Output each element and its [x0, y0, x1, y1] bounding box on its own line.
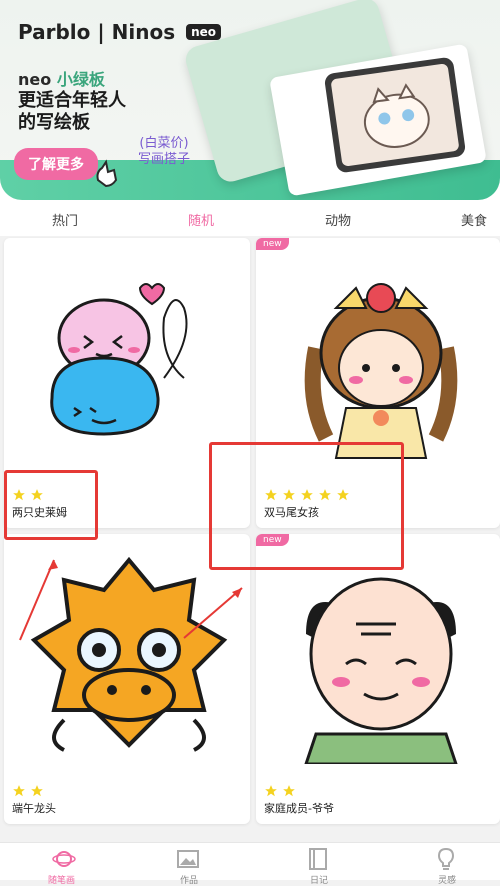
phone-screen — [330, 63, 460, 167]
grandpa-drawing-icon — [304, 577, 458, 764]
star-icon — [31, 785, 43, 797]
learn-more-button[interactable]: 了解更多 — [14, 148, 98, 180]
star-icon — [283, 785, 295, 797]
hand-pointer-icon — [96, 159, 118, 188]
bottom-navigation: 随笔画 作品 日记 灵感 — [0, 842, 500, 886]
banner-headline: 更适合年轻人 的写绘板 — [18, 90, 126, 134]
tab-random[interactable]: 随机 — [188, 210, 214, 229]
new-badge: new — [256, 238, 289, 250]
cat-drawing-icon — [363, 83, 430, 148]
card-title: 端午龙头 — [12, 802, 56, 815]
price-line-1: (白菜价) — [139, 136, 189, 151]
rating-stars — [264, 784, 296, 798]
headline-line-1: 更适合年轻人 — [18, 90, 126, 111]
planet-icon[interactable] — [52, 847, 76, 871]
card-title: 家庭成员-爷爷 — [264, 802, 334, 815]
price-tag: (白菜价) 写画搭子 — [138, 136, 190, 168]
promo-banner[interactable]: Parblo | Ninos neo neo 小绿板 更适合年轻人 的写绘板 (… — [0, 0, 500, 200]
tab-food[interactable]: 美食 — [461, 210, 487, 229]
twin-tails-girl-drawing-icon — [304, 283, 458, 459]
annotation-arrow-right — [183, 587, 243, 639]
image-icon[interactable] — [176, 847, 200, 871]
annotation-arrow-left — [19, 559, 58, 641]
neo-prefix: neo — [18, 70, 52, 89]
brand-logo: Parblo | Ninos neo — [18, 20, 222, 44]
nav-label-inspiration: 灵感 — [438, 876, 457, 886]
category-tabs: 热门 随机 动物 美食 — [0, 200, 500, 236]
annotation-box-left — [4, 470, 98, 540]
nav-label-doodle: 随笔画 — [48, 876, 76, 886]
drawing-grid: 两只史莱姆 new 双马尾女孩 端午龙头 new 家庭成员-爷爷 — [0, 236, 500, 836]
star-icon — [13, 785, 25, 797]
tab-hot[interactable]: 热门 — [52, 210, 78, 229]
neo-product: 小绿板 — [56, 70, 105, 89]
phone-illustration — [323, 56, 467, 174]
price-line-2: 写画搭子 — [138, 152, 191, 167]
product-name: neo 小绿板 — [18, 66, 105, 90]
brand-name: Parblo | Ninos — [18, 20, 176, 44]
notebook-icon[interactable] — [306, 847, 330, 871]
brand-badge: neo — [186, 24, 222, 40]
star-icon — [265, 785, 277, 797]
annotation-box-right — [209, 442, 404, 570]
rating-stars — [12, 784, 44, 798]
card-grandpa[interactable]: new 家庭成员-爷爷 — [256, 534, 500, 824]
lightbulb-icon[interactable] — [434, 847, 458, 871]
nav-label-works: 作品 — [180, 876, 199, 886]
slimes-drawing-icon — [50, 283, 188, 436]
tab-animals[interactable]: 动物 — [325, 210, 351, 229]
headline-line-2: 的写绘板 — [18, 112, 90, 133]
nav-label-diary: 日记 — [310, 876, 329, 886]
